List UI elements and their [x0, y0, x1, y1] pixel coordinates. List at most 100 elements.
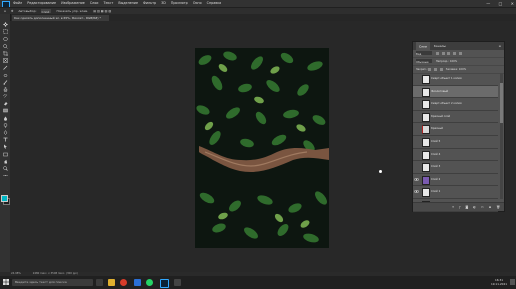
layer-thumbnail[interactable]: [422, 163, 430, 173]
menu-select[interactable]: Выделение: [118, 1, 138, 5]
foreground-color-swatch[interactable]: [1, 195, 8, 202]
edge-icon[interactable]: [134, 279, 141, 286]
more-tools-icon[interactable]: [3, 173, 8, 178]
lock-pixels-icon[interactable]: [428, 67, 432, 71]
layer-thumbnail[interactable]: [422, 150, 430, 160]
taskbar-search[interactable]: Введите здесь текст для поиска: [12, 279, 93, 286]
zoom-tool-icon[interactable]: [2, 166, 8, 171]
menu-window[interactable]: Окно: [193, 1, 202, 5]
layer-row[interactable]: Красный: [413, 123, 498, 136]
layer-thumbnail[interactable]: [422, 125, 430, 135]
visibility-eye-icon[interactable]: [414, 139, 419, 144]
filter-shape-icon[interactable]: [453, 51, 457, 55]
home-icon[interactable]: ⌂: [4, 9, 6, 13]
layer-row[interactable]: Красный слой: [413, 111, 498, 124]
menu-view[interactable]: Просмотр: [171, 1, 188, 5]
link-layers-icon[interactable]: ⚭: [452, 205, 455, 209]
gradient-tool-icon[interactable]: [2, 108, 8, 113]
photoshop-taskbar-icon[interactable]: [160, 279, 169, 288]
visibility-eye-icon[interactable]: [414, 101, 419, 106]
opacity-input[interactable]: 100%: [450, 60, 457, 63]
maximize-button[interactable]: □: [499, 1, 503, 6]
filter-pixel-icon[interactable]: [435, 51, 439, 55]
history-brush-tool-icon[interactable]: [2, 94, 8, 99]
layer-filter-dropdown[interactable]: Вид: [416, 51, 432, 56]
file-explorer-icon[interactable]: [108, 279, 115, 286]
layer-name[interactable]: Слой 1: [431, 186, 440, 198]
document-image[interactable]: [195, 48, 329, 248]
filter-smart-icon[interactable]: [459, 51, 463, 55]
menu-file[interactable]: Файл: [13, 1, 22, 5]
path-selection-tool-icon[interactable]: [3, 144, 8, 149]
layer-thumbnail[interactable]: [422, 75, 430, 84]
visibility-eye-icon[interactable]: [414, 152, 419, 157]
windows-start-icon[interactable]: [3, 279, 9, 285]
visibility-eye-icon[interactable]: [414, 76, 419, 81]
eraser-tool-icon[interactable]: [3, 101, 8, 106]
delete-layer-icon[interactable]: 🗑: [496, 205, 500, 209]
healing-brush-tool-icon[interactable]: [3, 73, 8, 78]
menu-image[interactable]: Изображение: [61, 1, 85, 5]
blur-tool-icon[interactable]: [3, 116, 8, 121]
lasso-tool-icon[interactable]: [2, 36, 8, 42]
visibility-eye-icon[interactable]: [414, 89, 419, 94]
move-tool-icon[interactable]: [2, 22, 8, 28]
layer-name[interactable]: Слой 2: [431, 174, 440, 186]
add-mask-icon[interactable]: ◙: [465, 205, 468, 209]
layer-name[interactable]: Смарт-объект 1 копия: [431, 73, 462, 85]
layer-row[interactable]: Слой 5: [413, 136, 498, 149]
taskbar-clock[interactable]: 16:31 19.11.2021: [491, 278, 507, 286]
filter-type-icon[interactable]: [447, 51, 451, 55]
whatsapp-icon[interactable]: [146, 279, 153, 286]
visibility-eye-icon[interactable]: [414, 189, 419, 194]
layer-row[interactable]: Слой 2: [413, 174, 498, 187]
layer-row[interactable]: Смарт-объект 2 копия: [413, 98, 498, 111]
minimize-button[interactable]: —: [486, 1, 490, 6]
menu-help[interactable]: Справка: [207, 1, 222, 5]
adjustment-layer-icon[interactable]: ◐: [473, 205, 476, 209]
new-group-icon[interactable]: ▭: [481, 205, 484, 209]
layer-row[interactable]: Слой 3: [413, 161, 498, 174]
menu-type[interactable]: Текст: [104, 1, 114, 5]
layer-thumbnail[interactable]: [422, 188, 430, 198]
lock-position-icon[interactable]: [434, 67, 438, 71]
layer-name[interactable]: Слой 3: [431, 161, 440, 173]
scrollbar-thumb[interactable]: [500, 83, 503, 123]
menu-layer[interactable]: Слои: [90, 1, 99, 5]
layer-name[interactable]: Смарт-объект 2 копия: [431, 98, 462, 110]
fill-input[interactable]: 100%: [459, 68, 466, 71]
layer-name[interactable]: Слой 4: [431, 149, 440, 161]
chrome-icon[interactable]: [120, 279, 127, 286]
dodge-tool-icon[interactable]: [3, 123, 8, 128]
layer-name[interactable]: Слой 5: [431, 136, 440, 148]
auto-select-label[interactable]: Автовыбор:: [18, 9, 36, 13]
blend-mode-dropdown[interactable]: Обычные: [416, 59, 432, 64]
app-icon[interactable]: [174, 279, 181, 286]
layer-thumbnail[interactable]: [422, 112, 430, 122]
layer-name[interactable]: Красный: [431, 123, 443, 135]
notifications-icon[interactable]: [510, 279, 515, 285]
layer-row[interactable]: Слой 4: [413, 149, 498, 162]
layer-name[interactable]: Красный слой: [431, 111, 450, 123]
close-button[interactable]: ✕: [511, 1, 514, 6]
visibility-eye-icon[interactable]: [414, 164, 419, 169]
layer-thumbnail[interactable]: [422, 137, 430, 147]
visibility-eye-icon[interactable]: [414, 114, 419, 119]
task-view-icon[interactable]: [96, 279, 103, 286]
brush-tool-icon[interactable]: [3, 79, 8, 85]
layers-scrollbar[interactable]: [500, 73, 503, 199]
menu-3d[interactable]: 3D: [161, 1, 166, 5]
menu-edit[interactable]: Редактирование: [27, 1, 56, 5]
eyedropper-tool-icon[interactable]: [2, 65, 8, 71]
marquee-tool-icon[interactable]: [2, 29, 8, 35]
pen-tool-icon[interactable]: [3, 130, 8, 135]
layer-name[interactable]: Фиолетовый: [431, 86, 448, 98]
tab-channels[interactable]: Каналы: [434, 44, 446, 48]
move-tool-icon[interactable]: ✥: [11, 9, 14, 13]
align-icons[interactable]: ▤ ▥ ▦ ▧ ▨: [93, 9, 111, 13]
show-transform-controls[interactable]: Показать упр. элем.: [56, 9, 88, 13]
visibility-eye-icon[interactable]: [414, 177, 419, 182]
crop-tool-icon[interactable]: [2, 50, 8, 56]
layer-thumbnail[interactable]: [422, 100, 430, 110]
hand-tool-icon[interactable]: [3, 159, 8, 164]
